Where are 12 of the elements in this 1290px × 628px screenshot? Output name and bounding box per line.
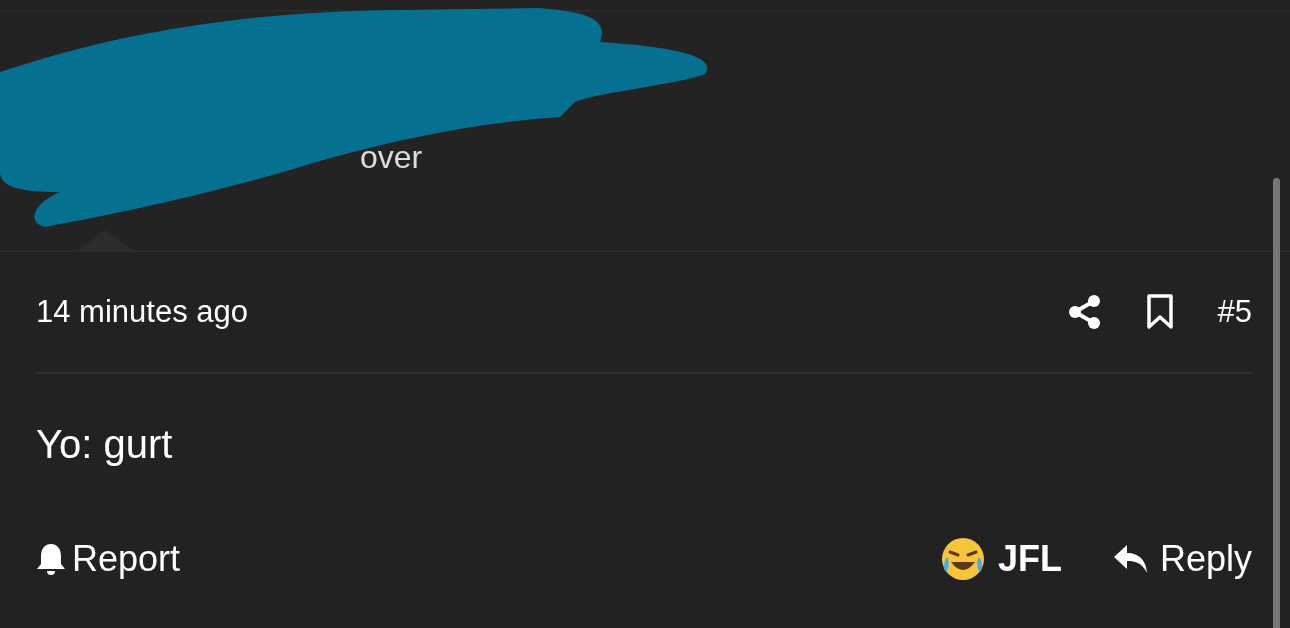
share-icon[interactable] bbox=[1067, 294, 1102, 330]
bookmark-icon[interactable] bbox=[1145, 294, 1174, 330]
reply-button[interactable]: Reply bbox=[1111, 538, 1252, 580]
post-number-link[interactable]: #5 bbox=[1217, 294, 1252, 330]
user-info-text: over bbox=[360, 138, 423, 176]
reaction-button[interactable]: JFL bbox=[939, 536, 1062, 582]
laughing-emoji-icon bbox=[939, 536, 986, 582]
post-time: 14 minutes ago bbox=[36, 294, 248, 330]
scrollbar[interactable] bbox=[1273, 178, 1280, 628]
report-button[interactable]: Report bbox=[36, 538, 181, 580]
bell-icon bbox=[36, 542, 66, 576]
post-body: Yo: gurt bbox=[36, 421, 174, 468]
